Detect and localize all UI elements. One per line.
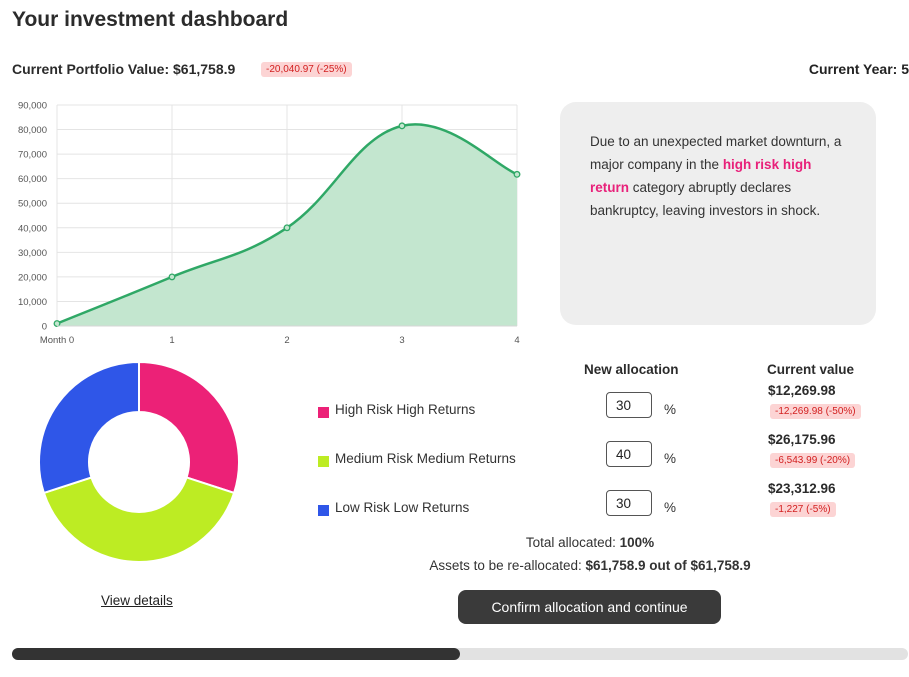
donut-slice	[42, 476, 236, 563]
portfolio-label-text: Current Portfolio Value:	[12, 61, 170, 77]
low-risk-allocation-input[interactable]	[606, 490, 652, 516]
medium-risk-swatch	[318, 456, 329, 467]
total-allocated-value: 100%	[619, 535, 655, 550]
year-label: Current Year:	[808, 61, 898, 77]
percent-sign: %	[664, 500, 677, 515]
asset-row-low-risk: Low Risk Low Returns % $23,312.96 -1,227…	[318, 481, 898, 538]
y-tick-label: 0	[42, 322, 47, 333]
low-risk-swatch	[318, 505, 329, 516]
current-value: $26,175.96	[768, 432, 836, 447]
realloc-value: $61,758.9 out of $61,758.9	[585, 558, 751, 573]
market-event-card: Due to an unexpected market downturn, a …	[560, 102, 876, 325]
percent-sign: %	[664, 451, 677, 466]
portfolio-line-chart: 90,000 80,000 70,000 60,000 50,000 40,000 30,0…	[18, 101, 521, 346]
y-tick-label: 20,000	[18, 272, 47, 283]
asset-name: High Risk High Returns	[335, 402, 476, 417]
y-tick-label: 70,000	[18, 150, 47, 161]
x-tick-label: Month 0	[40, 335, 74, 346]
current-change-badge: -1,227 (-5%)	[770, 502, 836, 517]
current-change-badge: -12,269.98 (-50%)	[770, 404, 861, 419]
y-tick-label: 30,000	[18, 248, 47, 259]
donut-slice	[38, 360, 140, 495]
confirm-allocation-button[interactable]: Confirm allocation and continue	[458, 590, 721, 624]
y-tick-label: 90,000	[18, 101, 47, 112]
asset-name: Low Risk Low Returns	[335, 500, 470, 515]
page-title: Your investment dashboard	[12, 8, 289, 31]
progress-bar	[12, 648, 908, 660]
assets-to-reallocate: Assets to be re-allocated: $61,758.9 out…	[400, 558, 780, 573]
allocation-donut-chart	[38, 360, 240, 563]
y-tick-label: 10,000	[18, 297, 47, 308]
new-allocation-header: New allocation	[584, 362, 679, 377]
current-value-header: Current value	[767, 362, 855, 377]
y-tick-label: 40,000	[18, 223, 47, 234]
total-allocated: Total allocated: 100%	[420, 535, 760, 550]
view-details-link[interactable]: View details	[101, 593, 173, 608]
portfolio-value-label: Current Portfolio Value: $61,758.9	[12, 61, 235, 77]
realloc-label: Assets to be re-allocated:	[429, 558, 582, 573]
portfolio-value: $61,758.9	[173, 61, 236, 77]
current-year: Current Year: 5	[600, 61, 909, 77]
y-tick-label: 60,000	[18, 174, 47, 185]
progress-fill	[12, 648, 460, 660]
current-change-badge: -6,543.99 (-20%)	[770, 453, 856, 468]
asset-name: Medium Risk Medium Returns	[335, 451, 516, 466]
y-tick-label: 50,000	[18, 199, 47, 210]
data-point	[398, 122, 406, 130]
medium-risk-allocation-input[interactable]	[606, 441, 652, 467]
high-risk-allocation-input[interactable]	[606, 392, 652, 418]
total-allocated-label: Total allocated:	[525, 535, 616, 550]
x-tick-label: 4	[514, 335, 519, 346]
current-value: $23,312.96	[768, 481, 836, 496]
data-point	[283, 224, 291, 232]
x-tick-label: 3	[399, 335, 404, 346]
x-tick-label: 2	[284, 335, 289, 346]
x-tick-label: 1	[169, 335, 174, 346]
y-tick-label: 80,000	[18, 125, 47, 136]
donut-slice	[138, 360, 240, 495]
percent-sign: %	[664, 402, 677, 417]
data-point	[168, 273, 176, 281]
portfolio-change-badge: -20,040.97 (-25%)	[261, 62, 352, 77]
current-value: $12,269.98	[768, 383, 836, 398]
high-risk-swatch	[318, 407, 329, 418]
year-value: 5	[901, 61, 909, 77]
data-point	[513, 170, 521, 178]
